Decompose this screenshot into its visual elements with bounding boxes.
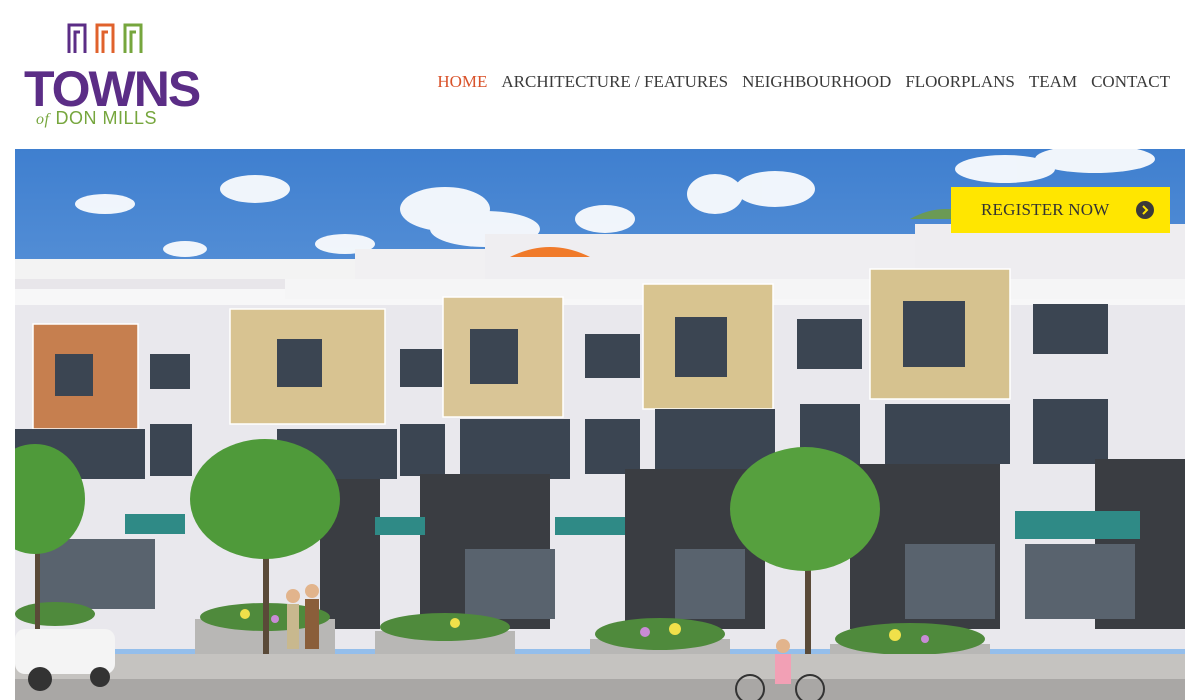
nav-team[interactable]: TEAM xyxy=(1029,72,1077,92)
nav-contact[interactable]: CONTACT xyxy=(1091,72,1170,92)
logo-title: TOWNS xyxy=(24,61,201,117)
main-nav: HOME ARCHITECTURE / FEATURES NEIGHBOURHO… xyxy=(437,72,1170,92)
hero-banner: REGISTER NOW xyxy=(15,149,1185,700)
nav-floorplans[interactable]: FLOORPLANS xyxy=(905,72,1015,92)
logo-subtitle: of DON MILLS xyxy=(36,108,157,129)
nav-architecture-features[interactable]: ARCHITECTURE / FEATURES xyxy=(501,72,728,92)
nav-neighbourhood[interactable]: NEIGHBOURHOOD xyxy=(742,72,891,92)
register-now-button[interactable]: REGISTER NOW xyxy=(951,187,1170,233)
logo-of: of xyxy=(36,111,50,128)
logo[interactable]: TOWNS of DON MILLS xyxy=(22,20,202,132)
nav-home[interactable]: HOME xyxy=(437,72,487,92)
chevron-right-circle-icon xyxy=(1136,201,1154,219)
register-now-label: REGISTER NOW xyxy=(981,200,1110,219)
logo-building-icon xyxy=(67,23,143,53)
logo-subtitle-text: DON MILLS xyxy=(55,108,157,128)
